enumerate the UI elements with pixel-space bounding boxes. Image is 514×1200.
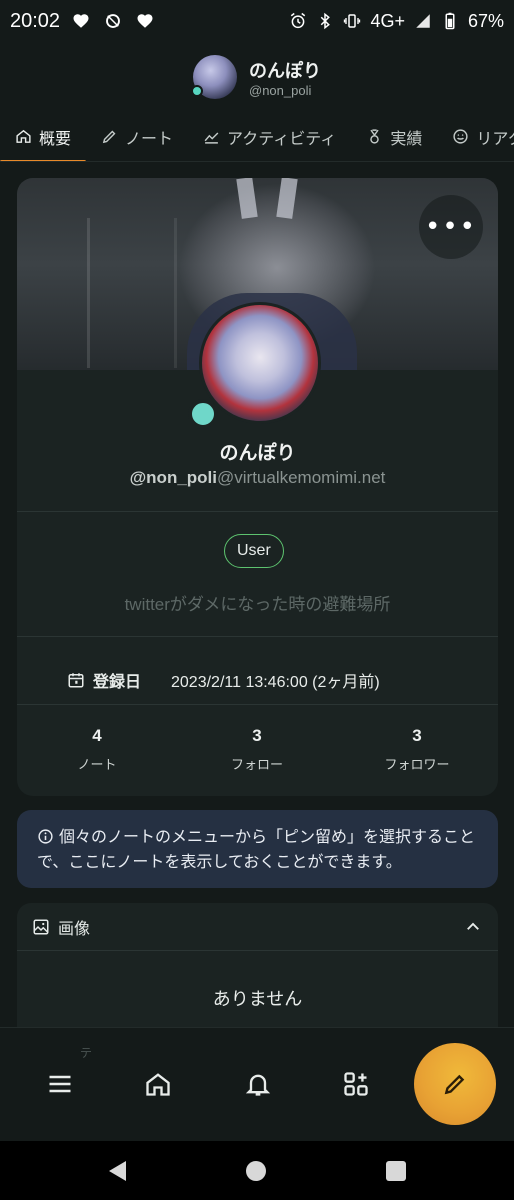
more-icon: ••• — [424, 212, 477, 242]
tab-label: ノート — [125, 128, 174, 148]
online-status-dot — [191, 85, 203, 97]
tab-overview[interactable]: 概要 — [0, 112, 87, 161]
bluetooth-icon — [321, 12, 331, 30]
tab-achievements[interactable]: 実績 — [351, 112, 437, 161]
stat-label: フォロワー — [384, 758, 450, 773]
stat-following[interactable]: 3 フォロー — [177, 726, 337, 773]
more-options-button[interactable]: ••• — [419, 195, 483, 259]
home-circle-icon[interactable] — [245, 1160, 266, 1181]
profile-display-name: のんぽり — [219, 442, 296, 464]
signal-icon — [416, 14, 430, 28]
widgets-button[interactable] — [333, 1061, 379, 1107]
battery-icon — [445, 12, 455, 30]
medal-icon — [370, 129, 380, 144]
pencil-icon — [102, 130, 116, 144]
registered-value: 2023/2/11 13:46:00 (2ヶ月前) — [171, 674, 380, 691]
profile-tabs: 概要 ノート アクティビティ 実績 リアクシ — [0, 112, 514, 162]
tab-notes[interactable]: ノート — [86, 112, 188, 161]
alarm-icon — [291, 12, 306, 29]
status-time: 20:02 — [10, 9, 61, 32]
header-handle: @non_poli — [249, 82, 312, 98]
home-icon — [146, 1073, 170, 1096]
bell-icon — [245, 1074, 271, 1096]
profile-username: @non_poli — [129, 468, 217, 487]
page-header: のんぽり @non_poli — [0, 42, 514, 112]
tab-label: 概要 — [39, 128, 72, 148]
chevron-up-icon[interactable] — [464, 918, 482, 936]
compose-button[interactable] — [414, 1043, 496, 1125]
profile-bio: twitterがダメになった時の避難場所 — [124, 595, 391, 614]
smile-icon — [453, 129, 468, 144]
widgets-icon — [344, 1072, 368, 1096]
divider — [17, 511, 498, 512]
images-section-header[interactable]: 画像 — [17, 903, 498, 951]
profile-account: @non_poli@virtualkemomimi.net — [17, 468, 498, 488]
stat-notes[interactable]: 4 ノート — [17, 726, 177, 773]
header-display-name: のんぽり — [249, 60, 321, 82]
battery-percent: 67% — [467, 10, 504, 31]
divider — [17, 704, 498, 705]
system-nav-bar — [0, 1141, 514, 1200]
data-saver-icon — [106, 14, 120, 28]
bottom-nav: テ — [0, 1027, 514, 1141]
registered-date-row: 登録日 2023/2/11 13:46:00 (2ヶ月前) — [17, 656, 498, 704]
tab-label: アクティビティ — [227, 128, 337, 148]
stat-value: 4 — [92, 726, 102, 745]
heart-icon — [73, 14, 89, 28]
profile-card: ••• のんぽり @non_poli@virtualkemomimi.net U… — [17, 178, 498, 796]
profile-avatar[interactable] — [188, 302, 321, 429]
tab-label: 実績 — [390, 128, 423, 148]
chart-line-icon — [204, 132, 219, 144]
avatar[interactable] — [191, 55, 237, 99]
divider — [17, 636, 498, 637]
tab-activity[interactable]: アクティビティ — [188, 112, 351, 161]
back-icon[interactable] — [108, 1160, 126, 1181]
heart-icon — [137, 14, 153, 28]
compose-icon — [444, 1074, 465, 1095]
info-icon — [38, 829, 53, 844]
pinned-notes-info: 個々のノートのメニューから「ピン留め」を選択することで、ここにノートを表示してお… — [17, 810, 498, 888]
online-status-dot — [188, 399, 218, 429]
calendar-icon — [68, 673, 84, 688]
vibrate-icon — [344, 14, 361, 28]
stat-label: フォロー — [230, 758, 283, 773]
network-type: 4G+ — [370, 10, 405, 31]
profile-host: @virtualkemomimi.net — [217, 468, 386, 487]
pinned-info-text: 個々のノートのメニューから「ピン留め」を選択することで、ここにノートを表示してお… — [37, 827, 476, 871]
home-button[interactable] — [135, 1061, 181, 1107]
stat-value: 3 — [252, 726, 262, 745]
tab-reactions[interactable]: リアクシ — [437, 112, 514, 161]
role-badge[interactable]: User — [224, 534, 284, 568]
menu-icon — [49, 1075, 71, 1093]
images-section-title: 画像 — [58, 918, 91, 938]
tab-label: リアクシ — [476, 128, 514, 148]
image-icon — [33, 919, 49, 934]
status-bar: 20:02 4G+ 67% — [0, 0, 514, 42]
images-empty-text: ありません — [212, 989, 303, 1010]
registered-label: 登録日 — [93, 672, 142, 691]
menu-button[interactable] — [37, 1061, 83, 1107]
stat-label: ノート — [77, 758, 117, 773]
profile-stats: 4 ノート 3 フォロー 3 フォロワー — [17, 726, 498, 773]
home-icon — [16, 129, 31, 143]
stat-followers[interactable]: 3 フォロワー — [337, 726, 497, 773]
stat-value: 3 — [412, 726, 422, 745]
notifications-button[interactable] — [235, 1061, 281, 1107]
recent-apps-icon[interactable] — [385, 1160, 406, 1181]
ghost-text: テ — [80, 1046, 93, 1060]
